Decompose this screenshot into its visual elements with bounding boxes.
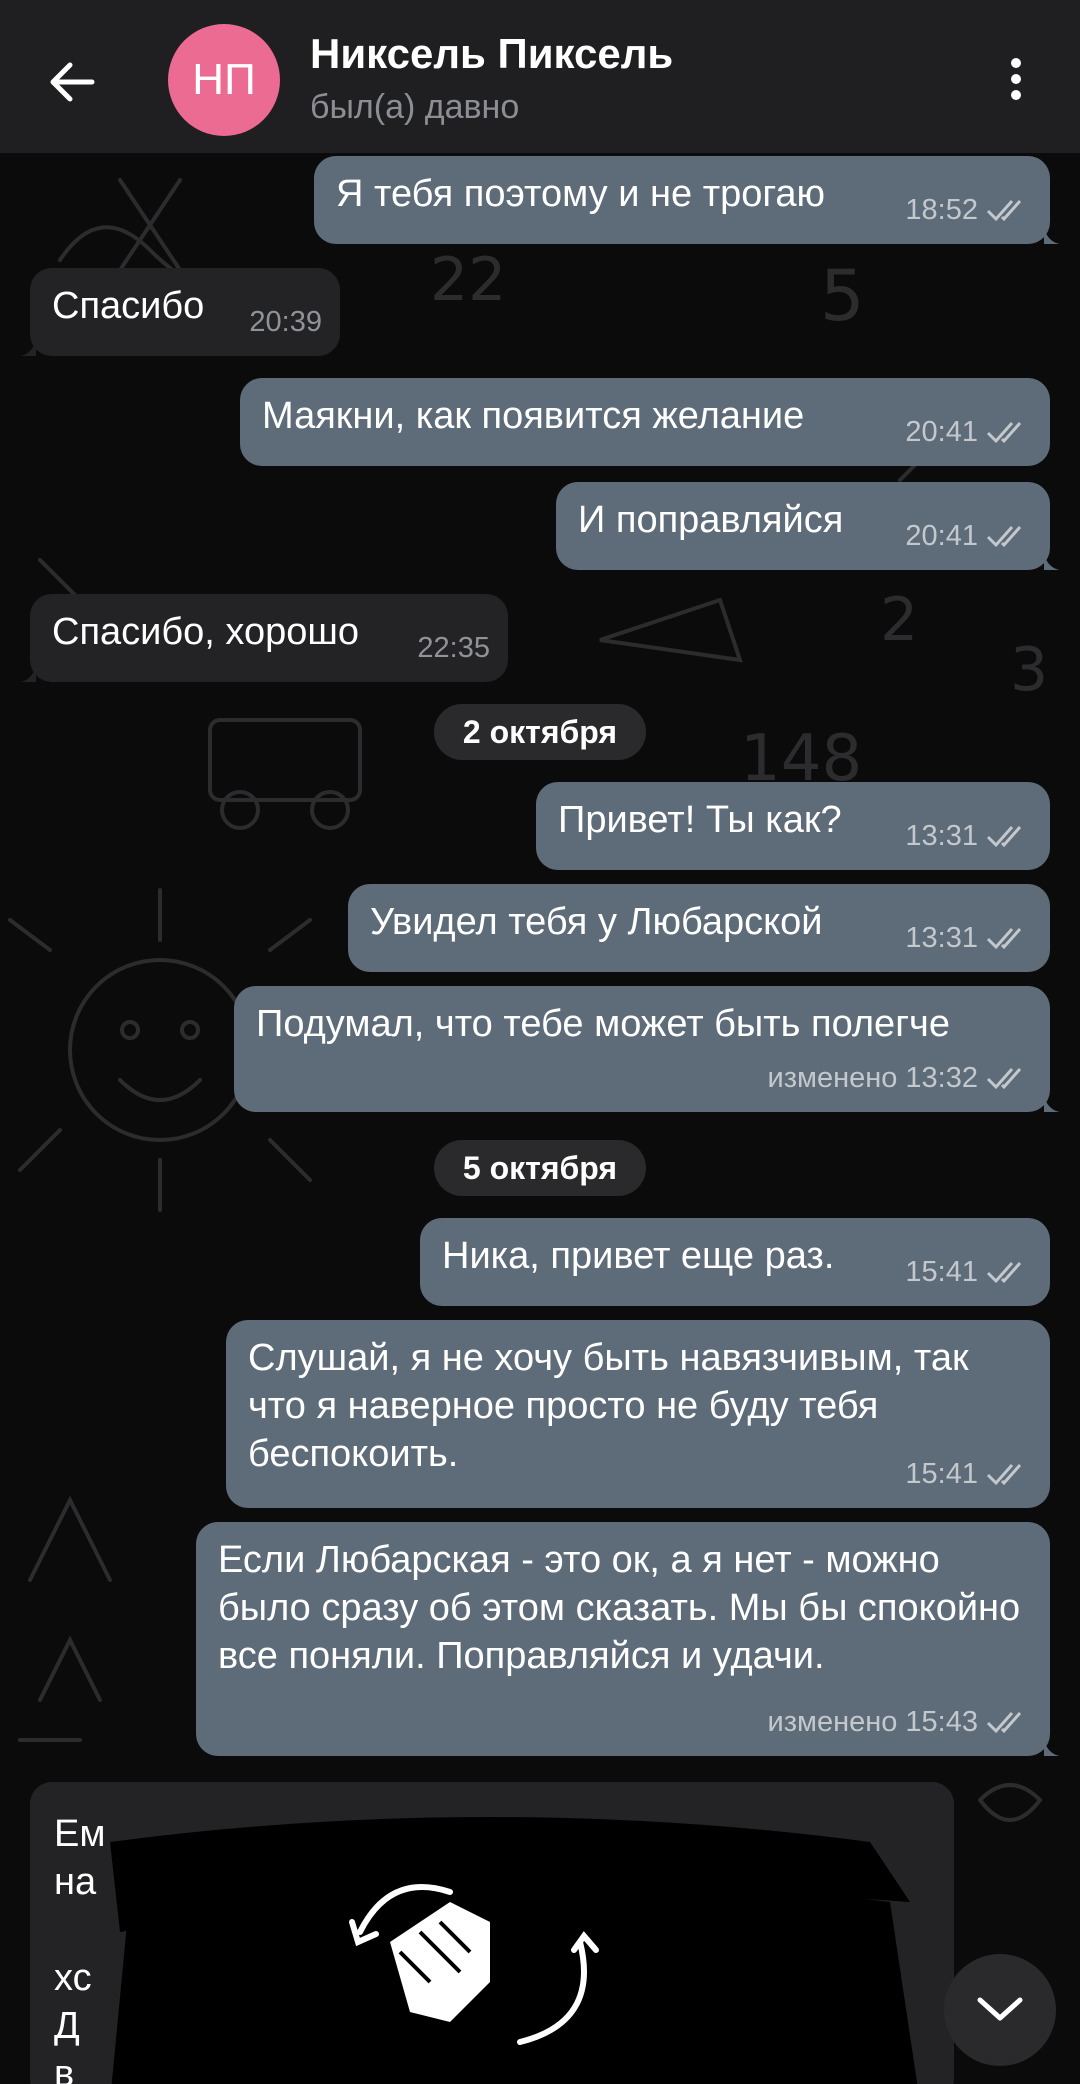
redaction-scribble (110, 1817, 918, 2084)
double-check-icon (986, 200, 1022, 222)
message-text: Спасибо, хорошо (52, 611, 359, 653)
double-check-icon (986, 1712, 1022, 1734)
svg-text:2: 2 (880, 585, 918, 655)
message-bubble-outgoing[interactable]: Если Любарская - это ок, а я нет - можно… (196, 1522, 1060, 1756)
double-check-icon (986, 1068, 1022, 1090)
more-vertical-icon[interactable] (996, 52, 1036, 112)
contact-name[interactable]: Никсель Пиксель (310, 30, 673, 78)
message-text: Увидел тебя у Любарской (370, 901, 823, 943)
double-check-icon (986, 526, 1022, 548)
chevron-down-icon (977, 1997, 1023, 2021)
message-text: Маякни, как появится желание (262, 395, 805, 437)
message-time: 15:41 (905, 1256, 978, 1288)
message-time: изменено 13:32 (767, 1062, 978, 1094)
svg-text:22: 22 (430, 245, 506, 315)
message-time: 18:52 (905, 194, 978, 226)
message-time: 20:39 (249, 306, 322, 338)
double-check-icon (986, 422, 1022, 444)
message-time: 15:41 (905, 1458, 978, 1490)
message-time: 20:41 (905, 520, 978, 552)
message-time: 20:41 (905, 416, 978, 448)
message-bubble-outgoing[interactable]: Ника, привет еще раз. 15:41 (420, 1218, 1050, 1306)
message-time: 13:31 (905, 922, 978, 954)
message-text: Привет! Ты как? (558, 799, 842, 841)
scroll-down-button[interactable] (944, 1954, 1056, 2066)
message-time: изменено 15:43 (767, 1706, 978, 1738)
message-time: 22:35 (417, 632, 490, 664)
redacted-message[interactable]: Ем на хс Д в (30, 1782, 954, 2084)
double-check-icon (986, 1262, 1022, 1284)
message-text: Слушай, я не хочу быть навязчивым, так ч… (248, 1337, 969, 1475)
contact-status: был(а) давно (310, 88, 520, 126)
date-separator: 5 октября (434, 1140, 646, 1196)
message-text: Ника, привет еще раз. (442, 1235, 835, 1277)
message-bubble-outgoing[interactable]: Привет! Ты как? 13:31 (536, 782, 1050, 870)
message-bubble-outgoing[interactable]: Я тебя поэтому и не трогаю 18:52 (314, 156, 1060, 244)
message-bubble-outgoing[interactable]: Слушай, я не хочу быть навязчивым, так ч… (226, 1320, 1050, 1508)
message-bubble-outgoing[interactable]: Увидел тебя у Любарской 13:31 (348, 884, 1050, 972)
message-text: Подумал, что тебе может быть полегче (256, 1003, 950, 1045)
svg-text:3: 3 (1010, 635, 1048, 705)
avatar[interactable]: НП (168, 24, 280, 136)
arrow-left-icon[interactable] (40, 50, 104, 114)
double-check-icon (986, 928, 1022, 950)
message-bubble-outgoing[interactable]: Маякни, как появится желание 20:41 (240, 378, 1050, 466)
date-separator: 2 октября (434, 704, 646, 760)
svg-text:5: 5 (820, 255, 865, 337)
double-check-icon (986, 1464, 1022, 1486)
message-time: 13:31 (905, 820, 978, 852)
message-text: Спасибо (52, 285, 205, 327)
message-bubble-incoming[interactable]: Спасибо, хорошо 22:35 (20, 594, 508, 682)
chat-header: НП Никсель Пиксель был(а) давно (0, 0, 1080, 153)
message-bubble-outgoing[interactable]: И поправляйся 20:41 (556, 482, 1060, 570)
message-text: Я тебя поэтому и не трогаю (336, 173, 826, 215)
double-check-icon (986, 826, 1022, 848)
message-text: Если Любарская - это ок, а я нет - можно… (218, 1539, 1021, 1677)
message-bubble-outgoing[interactable]: Подумал, что тебе может быть полегче изм… (234, 986, 1060, 1112)
message-bubble-incoming[interactable]: Спасибо 20:39 (20, 268, 340, 356)
message-text: И поправляйся (578, 499, 844, 541)
